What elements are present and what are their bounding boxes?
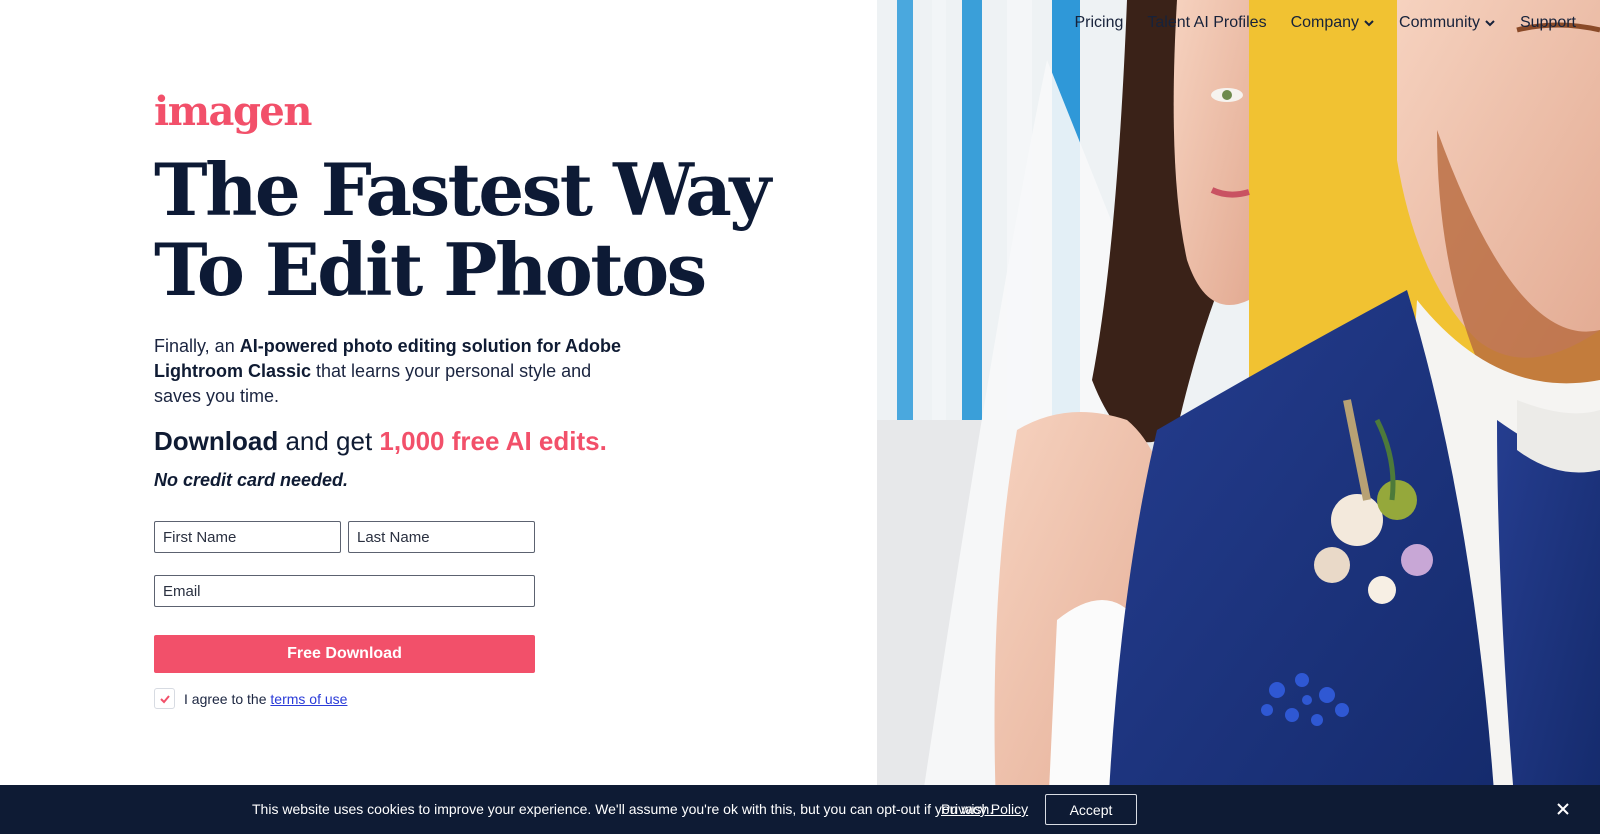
hero-photo	[877, 0, 1600, 834]
nav-pricing-label: Pricing	[1074, 14, 1124, 31]
checkmark-icon	[159, 694, 170, 703]
nav-community-label: Community	[1399, 14, 1480, 31]
first-name-input[interactable]	[154, 521, 341, 553]
accept-cookies-button[interactable]: Accept	[1045, 794, 1137, 825]
chevron-down-icon	[1485, 20, 1495, 27]
cookie-message: This website uses cookies to improve you…	[252, 801, 994, 817]
download-mid: and get	[278, 426, 380, 456]
nav-support[interactable]: Support	[1520, 14, 1576, 32]
intro-part-1: Finally, an	[154, 336, 240, 356]
agree-text: I agree to the	[184, 690, 271, 707]
top-nav: Pricing Talent AI Profiles Company Commu…	[1074, 14, 1576, 32]
nav-pricing[interactable]: Pricing	[1074, 14, 1123, 32]
logo-text: imagen	[154, 88, 312, 135]
nav-talent-label: Talent AI Profiles	[1147, 14, 1267, 31]
nav-talent-ai-profiles[interactable]: Talent AI Profiles	[1147, 14, 1266, 32]
download-offer: Download and get 1,000 free AI edits.	[154, 425, 607, 457]
nav-community[interactable]: Community	[1399, 14, 1496, 32]
intro-text: Finally, an AI-powered photo editing sol…	[154, 334, 634, 409]
free-download-button[interactable]: Free Download	[154, 635, 535, 673]
terms-checkbox[interactable]	[154, 688, 175, 709]
close-icon[interactable]	[1553, 799, 1573, 819]
chevron-down-icon	[1364, 20, 1374, 27]
download-word: Download	[154, 426, 279, 456]
imagen-logo[interactable]: imagen	[154, 88, 312, 136]
free-edits-offer: 1,000 free AI edits.	[379, 426, 607, 456]
email-input[interactable]	[154, 575, 535, 607]
headline-line-1: The Fastest Way	[154, 147, 771, 232]
no-credit-card-note: No credit card needed.	[154, 470, 349, 490]
nav-support-label: Support	[1519, 14, 1576, 31]
agree-label: I agree to the terms of use	[184, 691, 347, 707]
privacy-policy-link[interactable]: Privacy Policy	[941, 801, 1028, 817]
nav-company[interactable]: Company	[1291, 14, 1375, 32]
page-headline: The Fastest Way To Edit Photos	[154, 150, 854, 310]
terms-agreement: I agree to the terms of use	[154, 688, 347, 709]
terms-of-use-link[interactable]: terms of use	[270, 691, 347, 707]
wedding-couple-image	[877, 0, 1600, 834]
nav-company-label: Company	[1290, 14, 1360, 31]
last-name-input[interactable]	[348, 521, 535, 553]
headline-line-2: To Edit Photos	[154, 227, 707, 312]
cookie-banner: This website uses cookies to improve you…	[0, 785, 1600, 834]
